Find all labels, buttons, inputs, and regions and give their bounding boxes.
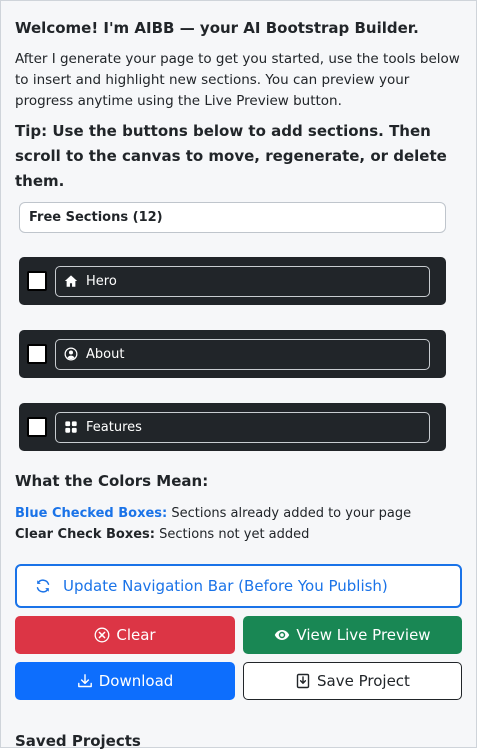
clear-label: Clear [116,626,156,644]
legend-blue-label: Blue Checked Boxes: [15,506,168,521]
section-item-hero: Hero [19,257,446,305]
save-download-icon [296,673,310,689]
eye-icon [275,630,290,640]
section-item-features: Features [19,403,446,451]
download-button[interactable]: Download [15,662,235,700]
user-circle-icon [64,347,78,361]
refresh-icon [36,579,50,593]
add-hero-section-button[interactable]: Hero [55,265,430,297]
section-list: Hero About Features [19,257,462,451]
legend-row-clear: Clear Check Boxes: Sections not yet adde… [15,524,462,545]
update-navigation-bar-label: Update Navigation Bar (Before You Publis… [63,577,388,595]
section-label-features: Features [86,419,142,435]
aibb-builder-panel: Welcome! I'm AIBB — your AI Bootstrap Bu… [0,0,477,750]
legend-clear-text: Sections not yet added [155,527,310,542]
legend-row-blue: Blue Checked Boxes: Sections already add… [15,503,462,524]
house-icon [64,275,78,287]
welcome-heading: Welcome! I'm AIBB — your AI Bootstrap Bu… [15,19,419,37]
action-buttons: Clear View Live Preview Download Save Pr… [15,616,462,700]
tip-text: Tip: Use the buttons below to add sectio… [15,122,447,190]
free-sections-dropdown[interactable]: Free Sections (12) [19,202,446,233]
x-circle-icon [94,627,110,643]
update-navigation-bar-button[interactable]: Update Navigation Bar (Before You Publis… [15,564,462,608]
saved-projects-heading: Saved Projects [15,732,141,750]
add-about-section-button[interactable]: About [55,338,430,370]
add-features-section-button[interactable]: Features [55,411,430,443]
save-project-label: Save Project [317,672,410,690]
legend-clear-label: Clear Check Boxes: [15,527,155,542]
section-checkbox-about[interactable] [27,344,47,364]
legend-blue-text: Sections already added to your page [167,506,412,521]
colors-legend: Blue Checked Boxes: Sections already add… [15,503,462,545]
section-checkbox-features[interactable] [27,417,47,437]
free-sections-label: Free Sections (12) [29,210,163,225]
download-label: Download [98,672,174,690]
section-checkbox-hero[interactable] [27,271,47,291]
view-live-preview-button[interactable]: View Live Preview [243,616,462,654]
intro-text: After I generate your page to get you st… [15,51,460,109]
grid-icon [65,421,77,433]
clear-button[interactable]: Clear [15,616,235,654]
section-item-about: About [19,330,446,378]
view-live-preview-label: View Live Preview [296,626,431,644]
download-icon [77,674,92,688]
section-label-about: About [86,346,125,362]
save-project-button[interactable]: Save Project [243,662,462,700]
section-label-hero: Hero [86,273,117,289]
colors-legend-heading: What the Colors Mean: [15,472,209,490]
